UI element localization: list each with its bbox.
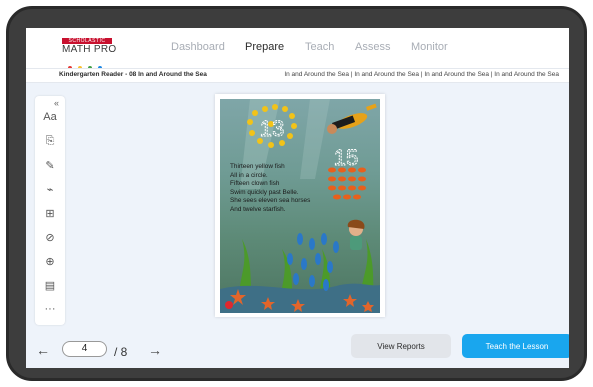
breadcrumb: Kindergarten Reader - 08 In and Around t… [26, 68, 569, 83]
logo-name: MATH PRO [62, 44, 117, 55]
zoom-icon[interactable]: ⊕ [35, 252, 65, 270]
logo-dots [68, 57, 112, 70]
brand-logo[interactable]: SCHOLASTIC MATH PRO [62, 38, 120, 70]
audio-dot [225, 301, 233, 309]
nav-teach[interactable]: Teach [305, 41, 334, 53]
poem-line: Swim quickly past Belle. [230, 188, 299, 196]
poem-line: Fifteen clown fish [230, 180, 280, 188]
page-total: / 8 [114, 345, 128, 359]
poem-line: She sees eleven sea horses [230, 197, 311, 205]
view-reports-button[interactable]: View Reports [351, 334, 451, 358]
nav-dashboard[interactable]: Dashboard [171, 41, 225, 53]
poem-line: All in a circle. [230, 171, 268, 179]
page-number-input[interactable]: 4 [62, 341, 107, 357]
teach-lesson-button[interactable]: Teach the Lesson [462, 334, 569, 358]
more-icon[interactable]: ··· [35, 300, 65, 318]
annotate-icon[interactable]: ⎘ [35, 132, 65, 150]
grid-icon[interactable]: ⊞ [35, 204, 65, 222]
book-illustration: 13 15 Thirteen yellow fish All in a circ… [220, 99, 380, 313]
reader-icon[interactable]: ▤ [35, 276, 65, 294]
poem-text: Thirteen yellow fish All in a circle. Fi… [230, 163, 340, 215]
hide-icon[interactable]: ⊘ [35, 228, 65, 246]
device-frame: SCHOLASTIC MATH PRO Dashboard Prepare Te… [0, 0, 593, 387]
book-page: 13 15 Thirteen yellow fish All in a circ… [215, 94, 385, 317]
top-navigation: SCHOLASTIC MATH PRO Dashboard Prepare Te… [26, 28, 569, 70]
nav-prepare[interactable]: Prepare [245, 41, 284, 53]
collapse-toolbar-icon[interactable]: « [54, 98, 59, 108]
diver [327, 103, 377, 134]
page-navigator: ← 4 / 8 → [36, 341, 206, 361]
next-page-arrow-icon[interactable]: → [148, 341, 162, 359]
nav-monitor[interactable]: Monitor [411, 41, 448, 53]
prev-page-arrow-icon[interactable]: ← [36, 341, 50, 359]
poem-line: Thirteen yellow fish [230, 163, 285, 170]
nav-assess[interactable]: Assess [355, 41, 390, 53]
numeral-thirteen: 13 [260, 116, 284, 141]
sea-horses [287, 233, 339, 291]
poem-line: And twelve starfish. [230, 205, 286, 213]
highlighter-icon[interactable]: ⌁ [35, 180, 65, 198]
lesson-title: Kindergarten Reader - 08 In and Around t… [59, 71, 207, 78]
annotation-toolbar: « Aa ⎘ ✎ ⌁ ⊞ ⊘ ⊕ ▤ ··· [35, 96, 65, 325]
app-screen: SCHOLASTIC MATH PRO Dashboard Prepare Te… [26, 28, 569, 368]
font-size-icon[interactable]: Aa [35, 108, 65, 126]
pencil-icon[interactable]: ✎ [35, 156, 65, 174]
breadcrumb-path[interactable]: In and Around the Sea | In and Around th… [284, 71, 559, 78]
mermaid [347, 219, 365, 250]
